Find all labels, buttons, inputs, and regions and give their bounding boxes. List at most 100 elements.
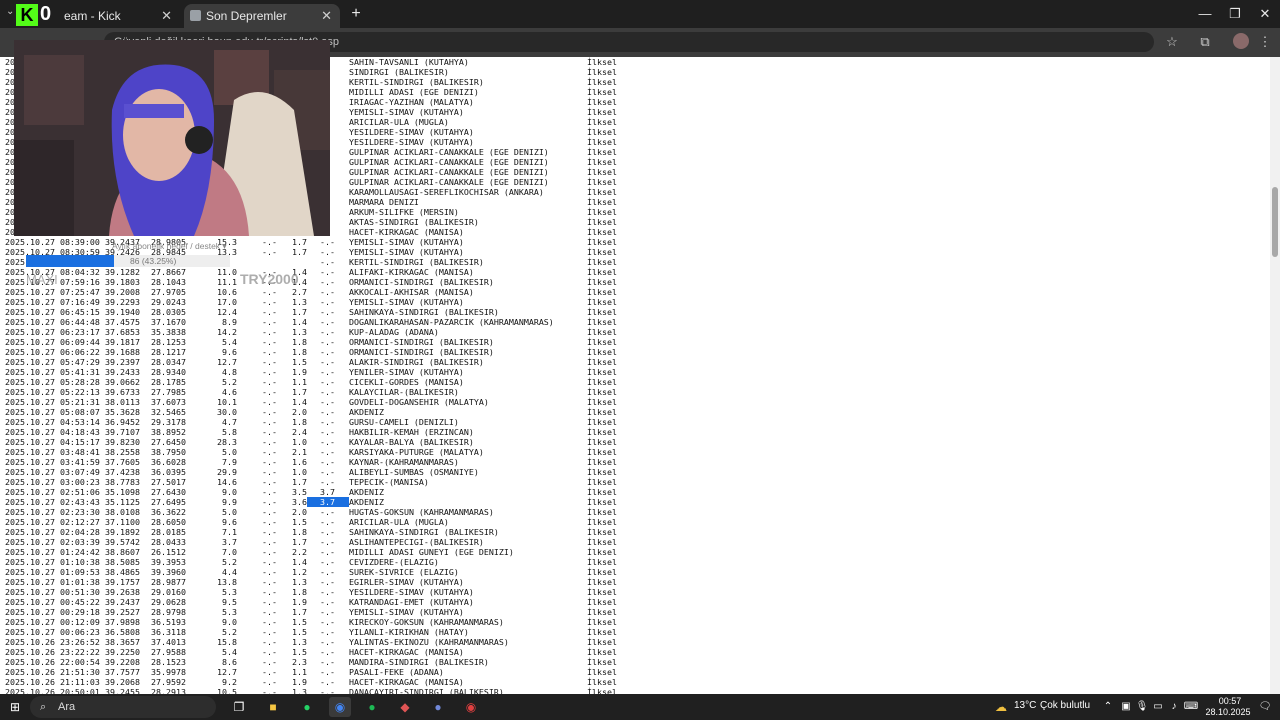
- mw-cell: -.-: [320, 437, 335, 447]
- longitude-cell: 27.7985: [151, 387, 186, 397]
- latitude-cell: 39.2433: [105, 367, 140, 377]
- date-time-cell: 2025.10.26 22:00:54: [5, 657, 100, 667]
- windows-start-icon[interactable]: ⊞: [4, 697, 26, 717]
- longitude-cell: 27.6430: [151, 487, 186, 497]
- whatsapp-icon[interactable]: ●: [296, 697, 318, 717]
- depth-cell: 9.2: [222, 677, 237, 687]
- quality-cell: İlksel: [587, 317, 617, 327]
- file-explorer-icon[interactable]: ■: [262, 697, 284, 717]
- latitude-cell: 39.8230: [105, 437, 140, 447]
- depth-cell: 14.2: [217, 327, 237, 337]
- spotify-icon[interactable]: ●: [361, 697, 383, 717]
- latitude-cell: 39.5742: [105, 537, 140, 547]
- page-scrollbar[interactable]: [1270, 57, 1280, 694]
- md-cell: -.-: [262, 387, 277, 397]
- quality-cell: İlksel: [587, 147, 617, 157]
- game-app-icon[interactable]: ◆: [394, 697, 416, 717]
- location-cell: PASALI-FEKE (ADANA): [349, 667, 444, 677]
- latitude-cell: 39.2250: [105, 647, 140, 657]
- md-cell: -.-: [262, 487, 277, 497]
- location-cell: GOVDELI-DOGANSEHIR (MALATYA): [349, 397, 489, 407]
- clock-date[interactable]: 28.10.2025: [1198, 707, 1258, 717]
- latitude-cell: 39.1892: [105, 527, 140, 537]
- table-row: 2025.10.27 05:41:31 39.2433 28.9340 4.8 -.- 1…: [0, 367, 647, 377]
- ml-cell: 1.5: [292, 647, 307, 657]
- depth-cell: 17.0: [217, 297, 237, 307]
- depth-cell: 9.6: [222, 517, 237, 527]
- mw-cell: -.-: [320, 307, 335, 317]
- tab-son-depremler[interactable]: Son Depremler ✕: [184, 4, 340, 28]
- new-tab-button[interactable]: +: [346, 4, 366, 24]
- ml-cell: 1.5: [292, 517, 307, 527]
- ml-cell: 1.0: [292, 437, 307, 447]
- depth-cell: 9.0: [222, 487, 237, 497]
- webcam-overlay: [14, 40, 330, 236]
- mw-cell: -.-: [320, 627, 335, 637]
- quality-cell: İlksel: [587, 347, 617, 357]
- close-icon[interactable]: ✕: [161, 4, 172, 28]
- discord-icon[interactable]: ●: [427, 697, 449, 717]
- profile-avatar[interactable]: [1233, 33, 1249, 49]
- quality-cell: İlksel: [587, 207, 617, 217]
- quality-cell: İlksel: [587, 67, 617, 77]
- date-time-cell: 2025.10.27 00:12:09: [5, 617, 100, 627]
- depth-cell: 5.4: [222, 337, 237, 347]
- latitude-cell: 39.6733: [105, 387, 140, 397]
- mw-cell: -.-: [320, 367, 335, 377]
- md-cell: -.-: [262, 637, 277, 647]
- close-icon[interactable]: ✕: [321, 4, 332, 28]
- depth-cell: 4.4: [222, 567, 237, 577]
- longitude-cell: 28.0347: [151, 357, 186, 367]
- date-time-cell: 2025.10.27 06:09:44: [5, 337, 100, 347]
- location-cell: HAKBILIR-KEMAH (ERZINCAN): [349, 427, 474, 437]
- depth-cell: 12.7: [217, 667, 237, 677]
- quality-cell: İlksel: [587, 687, 617, 694]
- chrome-icon[interactable]: ◉: [329, 697, 351, 717]
- mw-cell: -.-: [320, 537, 335, 547]
- minimize-button[interactable]: —: [1190, 4, 1220, 24]
- table-row: 2025.10.27 04:18:43 39.7107 38.8952 5.8 -.- 2…: [0, 427, 647, 437]
- table-row: 2025.10.27 05:08:07 35.3628 32.5465 30.0 -.-…: [0, 407, 647, 417]
- date-time-cell: 2025.10.27 04:18:43: [5, 427, 100, 437]
- close-window-button[interactable]: ✕: [1250, 4, 1280, 24]
- quality-cell: İlksel: [587, 237, 617, 247]
- date-time-cell: 2025.10.27 02:04:28: [5, 527, 100, 537]
- date-time-cell: 2025.10.27 07:16:49: [5, 297, 100, 307]
- longitude-cell: 38.7950: [151, 447, 186, 457]
- ml-cell: 1.7: [292, 607, 307, 617]
- longitude-cell: 38.8952: [151, 427, 186, 437]
- longitude-cell: 37.6073: [151, 397, 186, 407]
- notification-icon[interactable]: 🗨: [1254, 697, 1276, 717]
- latitude-cell: 37.4238: [105, 467, 140, 477]
- location-cell: GULPINAR ACIKLARI-CANAKKALE (EGE DENIZI): [349, 147, 549, 157]
- date-time-cell: 2025.10.27 02:03:39: [5, 537, 100, 547]
- table-row: 2025.10.27 01:10:38 38.5085 39.3953 5.2 -.- 1…: [0, 557, 647, 567]
- latitude-cell: 38.2558: [105, 447, 140, 457]
- location-cell: YILANLI-KIRIKHAN (HATAY): [349, 627, 469, 637]
- table-row: 2025.10.27 07:16:49 39.2293 29.0243 17.0 -.-…: [0, 297, 647, 307]
- table-row: 2025.10.27 06:44:48 37.4575 37.1670 8.9 -.- 1…: [0, 317, 647, 327]
- bookmark-star-icon[interactable]: ☆: [1163, 33, 1181, 51]
- location-cell: AKTAS-SINDIRGI (BALIKESIR): [349, 217, 479, 227]
- location-cell: HACET-KIRKAGAC (MANISA): [349, 677, 464, 687]
- location-cell: MIDILLI ADASI (EGE DENIZI): [349, 87, 479, 97]
- obs-icon[interactable]: ◉: [460, 697, 482, 717]
- extensions-icon[interactable]: ⧉: [1196, 33, 1214, 51]
- scrollbar-thumb[interactable]: [1272, 187, 1278, 257]
- taskbar-search[interactable]: ⌕ Ara: [30, 696, 216, 718]
- latitude-cell: 39.2068: [105, 677, 140, 687]
- task-view-icon[interactable]: ❐: [228, 697, 250, 717]
- date-time-cell: 2025.10.27 06:23:17: [5, 327, 100, 337]
- stream-goal-overlay: Aylık abonelik hedef / destek ▾ 86 (43.2…: [0, 236, 330, 292]
- clock-time[interactable]: 00:57: [1208, 696, 1252, 706]
- depth-cell: 7.0: [222, 547, 237, 557]
- maximize-button[interactable]: ❐: [1220, 4, 1250, 24]
- menu-icon[interactable]: ⋮: [1256, 33, 1274, 51]
- browser-tab-strip: ⌄ eam - Kick Dashboard ✕ Son Depremler ✕…: [0, 0, 1280, 47]
- latitude-cell: 37.4575: [105, 317, 140, 327]
- md-cell: -.-: [262, 427, 277, 437]
- location-cell: YEMISLI-SIMAV (KUTAHYA): [349, 607, 464, 617]
- table-row: 2025.10.27 02:43:43 35.1125 27.6495 9.9 -.- 3…: [0, 497, 647, 507]
- longitude-cell: 36.3118: [151, 627, 186, 637]
- md-cell: -.-: [262, 367, 277, 377]
